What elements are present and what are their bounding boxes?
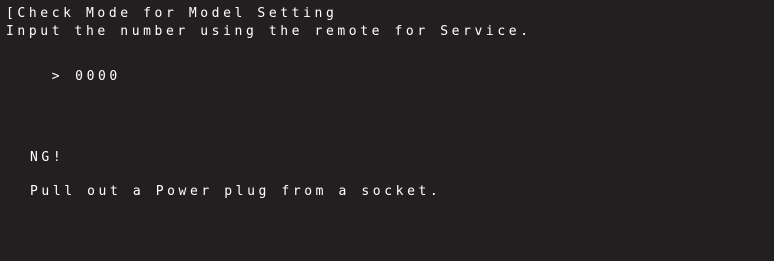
instruction-text: Input the number using the remote for Se… — [6, 24, 532, 39]
result-message: Pull out a Power plug from a socket. — [30, 184, 442, 199]
service-screen: [Check Mode for Model Setting Input the … — [0, 0, 774, 261]
code-input-value[interactable]: 0000 — [75, 69, 121, 84]
result-status: NG! — [30, 150, 65, 165]
screen-title: [Check Mode for Model Setting — [6, 6, 338, 21]
code-input-line[interactable]: >0000 — [6, 54, 121, 99]
prompt-icon: > — [51, 69, 64, 84]
